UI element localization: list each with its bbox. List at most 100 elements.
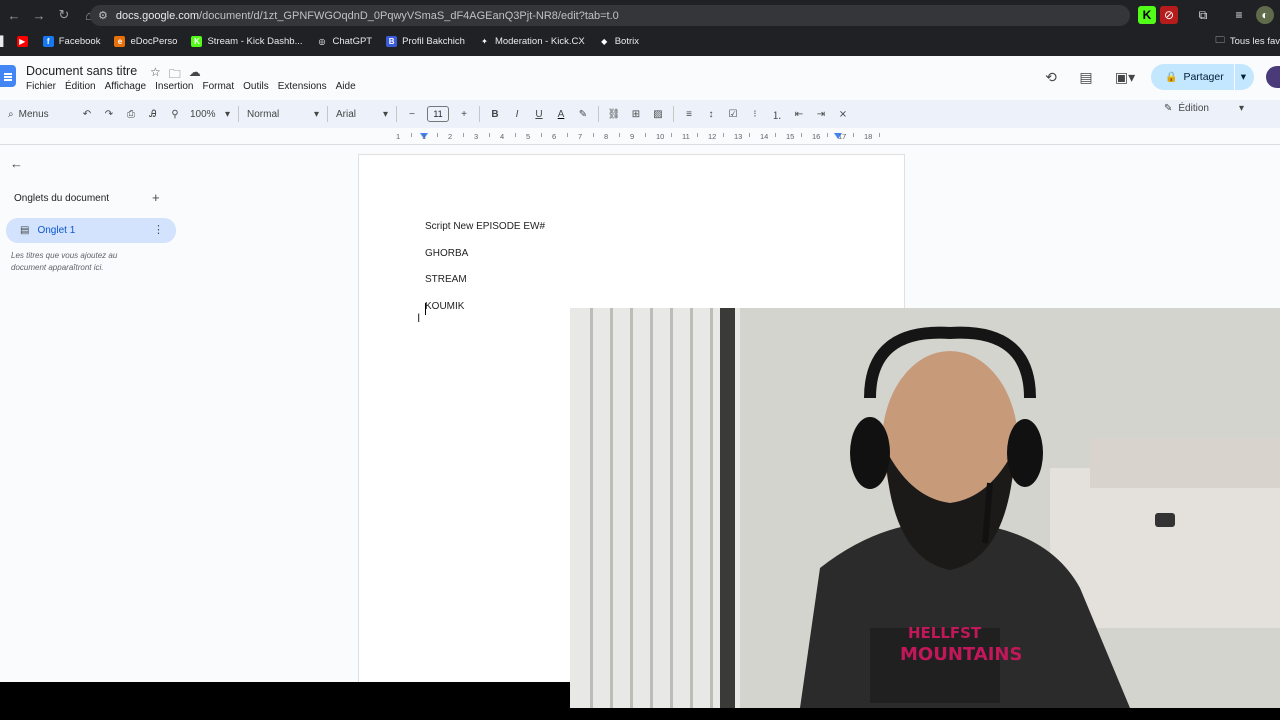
ruler-tick-label: 9 bbox=[630, 132, 635, 141]
bookmark-item[interactable]: ◆ Botrix bbox=[598, 35, 639, 47]
decrease-font-size-icon[interactable]: − bbox=[401, 103, 423, 125]
share-divider bbox=[1233, 64, 1235, 90]
share-dropdown-icon[interactable]: ▾ bbox=[1241, 71, 1246, 83]
italic-icon[interactable]: I bbox=[506, 103, 528, 125]
paint-format-icon[interactable]: ⚲ bbox=[164, 103, 186, 125]
font-value: Arial bbox=[336, 108, 357, 120]
back-arrow-icon[interactable]: ← bbox=[3, 4, 25, 26]
ruler-tick-label: 3 bbox=[474, 132, 479, 141]
numbered-list-icon[interactable]: ⒈ bbox=[766, 103, 788, 125]
body-line[interactable]: KOUMIK bbox=[425, 301, 464, 312]
ruler-tick-mark bbox=[697, 133, 698, 137]
profile-avatar-icon[interactable]: ◐ bbox=[1256, 6, 1274, 24]
version-history-icon[interactable]: ⟲ bbox=[1038, 66, 1064, 88]
menu-item[interactable]: Format bbox=[202, 81, 234, 92]
checklist-icon[interactable]: ☑ bbox=[722, 103, 744, 125]
bookmark-item[interactable]: f Facebook bbox=[42, 35, 100, 47]
print-icon[interactable]: ⎙ bbox=[120, 103, 142, 125]
menu-item[interactable]: Outils bbox=[243, 81, 269, 92]
mouse-ibeam-cursor: I bbox=[417, 311, 421, 325]
add-tab-icon[interactable]: + bbox=[152, 190, 160, 205]
bookmark-item[interactable]: ◎ ChatGPT bbox=[316, 35, 373, 47]
tab-onglet-1[interactable]: ▤ Onglet 1 ⋮ bbox=[6, 218, 176, 243]
bookmark-item[interactable]: e eDocPerso bbox=[114, 35, 177, 47]
add-comment-icon[interactable]: ⊞ bbox=[625, 103, 647, 125]
bookmark-item[interactable]: K Stream - Kick Dashb... bbox=[191, 35, 303, 47]
document-title[interactable]: Document sans titre bbox=[26, 64, 137, 78]
red-extension-icon[interactable]: ⊘ bbox=[1160, 6, 1178, 24]
redo-icon[interactable]: ↷ bbox=[98, 103, 120, 125]
meet-icon[interactable]: ▣▾ bbox=[1108, 66, 1142, 88]
menu-item[interactable]: Affichage bbox=[105, 81, 147, 92]
ruler-tick-label: 13 bbox=[734, 132, 743, 141]
ruler-tick-label: 12 bbox=[708, 132, 717, 141]
account-avatar[interactable] bbox=[1266, 66, 1280, 88]
increase-font-size-icon[interactable]: + bbox=[453, 103, 475, 125]
all-bookmarks[interactable]: 🗀 Tous les fav bbox=[1215, 30, 1280, 52]
ruler-divider bbox=[0, 144, 1280, 145]
bookmarks-bar: ▌ ▶ f Facebook e eDocPerso K Stream - Kick Da… bbox=[0, 30, 1280, 52]
align-icon[interactable]: ≡ bbox=[678, 103, 700, 125]
editing-mode-select[interactable]: ✎ Édition ▾ bbox=[1164, 103, 1244, 114]
bookmark-label: ChatGPT bbox=[332, 35, 373, 47]
body-line[interactable]: Script New EPISODE EW# bbox=[425, 221, 545, 232]
docs-logo-icon[interactable] bbox=[0, 65, 16, 87]
ruler-tick-label: 1 bbox=[422, 132, 427, 141]
insert-link-icon[interactable]: ⛓ bbox=[603, 103, 625, 125]
decrease-indent-icon[interactable]: ⇤ bbox=[788, 103, 810, 125]
undo-icon[interactable]: ↶ bbox=[76, 103, 98, 125]
bookmark-item[interactable]: ✦ Moderation - Kick.CX bbox=[478, 35, 585, 47]
body-line[interactable]: GHORBA bbox=[425, 248, 468, 259]
clear-formatting-icon[interactable]: ⨯ bbox=[832, 103, 854, 125]
extensions-puzzle-icon[interactable]: ⧉ bbox=[1194, 6, 1212, 24]
menu-item[interactable]: Fichier bbox=[26, 81, 56, 92]
forward-arrow-icon[interactable]: → bbox=[28, 4, 50, 26]
back-arrow-icon[interactable]: ← bbox=[10, 156, 23, 171]
bold-icon[interactable]: B bbox=[484, 103, 506, 125]
apps-grid-icon[interactable]: ▌ bbox=[0, 36, 7, 47]
spellcheck-icon[interactable]: Ꭿ bbox=[142, 103, 164, 125]
toolbar-divider bbox=[598, 106, 599, 122]
more-options-icon[interactable]: ⋮ bbox=[153, 223, 164, 236]
ruler-tick-label: 16 bbox=[812, 132, 821, 141]
ruler-tick-label: 14 bbox=[760, 132, 769, 141]
url-text: docs.google.com/document/d/1zt_GPNFWGOqd… bbox=[116, 10, 619, 22]
tabs-heading: Onglets du document bbox=[14, 193, 110, 204]
browser-chrome: ← → ↻ ⌂ ⚙ docs.google.com/document/d/1zt… bbox=[0, 0, 1280, 56]
text-color-icon[interactable]: A bbox=[550, 103, 572, 125]
ruler-tick-label: 1 bbox=[396, 132, 401, 141]
insert-image-icon[interactable]: ▨ bbox=[647, 103, 669, 125]
media-control-icon[interactable]: ≡ bbox=[1230, 6, 1248, 24]
search-icon: ⌕ bbox=[8, 108, 14, 120]
address-bar[interactable]: ⚙ docs.google.com/document/d/1zt_GPNFWGO… bbox=[90, 5, 1130, 26]
font-select[interactable]: Arial ▾ bbox=[332, 103, 392, 125]
menu-item[interactable]: Édition bbox=[65, 81, 96, 92]
share-label: Partager bbox=[1183, 71, 1224, 83]
ruler-tick-mark bbox=[437, 133, 438, 137]
comments-icon[interactable]: ▤ bbox=[1073, 66, 1099, 88]
share-button[interactable]: 🔒 Partager ▾ bbox=[1150, 64, 1254, 90]
menu-item[interactable]: Aide bbox=[336, 81, 356, 92]
underline-icon[interactable]: U bbox=[528, 103, 550, 125]
style-value: Normal bbox=[247, 108, 280, 120]
line-spacing-icon[interactable]: ↕ bbox=[700, 103, 722, 125]
zoom-select[interactable]: 100% ▾ bbox=[186, 103, 234, 125]
highlight-icon[interactable]: ✎ bbox=[572, 103, 594, 125]
body-line[interactable]: STREAM bbox=[425, 274, 467, 285]
kick-extension-icon[interactable]: K bbox=[1138, 6, 1156, 24]
style-select[interactable]: Normal ▾ bbox=[243, 103, 323, 125]
reload-icon[interactable]: ↻ bbox=[53, 4, 75, 26]
bookmark-item[interactable]: B Profil Bakchich bbox=[386, 35, 465, 47]
ruler[interactable]: 1 1 2 3 4 5 6 7 8 9 10 11 12 13 14 15 16 17 18 bbox=[358, 130, 905, 144]
ruler-tick-mark bbox=[541, 133, 542, 137]
font-size-input[interactable]: 11 bbox=[427, 106, 449, 122]
increase-indent-icon[interactable]: ⇥ bbox=[810, 103, 832, 125]
bulleted-list-icon[interactable]: ⁝ bbox=[744, 103, 766, 125]
ruler-tick-label: 7 bbox=[578, 132, 583, 141]
menu-item[interactable]: Insertion bbox=[155, 81, 193, 92]
search-menus[interactable]: ⌕ Menus bbox=[8, 109, 64, 120]
ruler-tick-mark bbox=[567, 133, 568, 137]
youtube-bookmark-icon[interactable]: ▶ bbox=[16, 35, 33, 47]
site-settings-icon[interactable]: ⚙ bbox=[98, 9, 108, 22]
menu-item[interactable]: Extensions bbox=[278, 81, 327, 92]
